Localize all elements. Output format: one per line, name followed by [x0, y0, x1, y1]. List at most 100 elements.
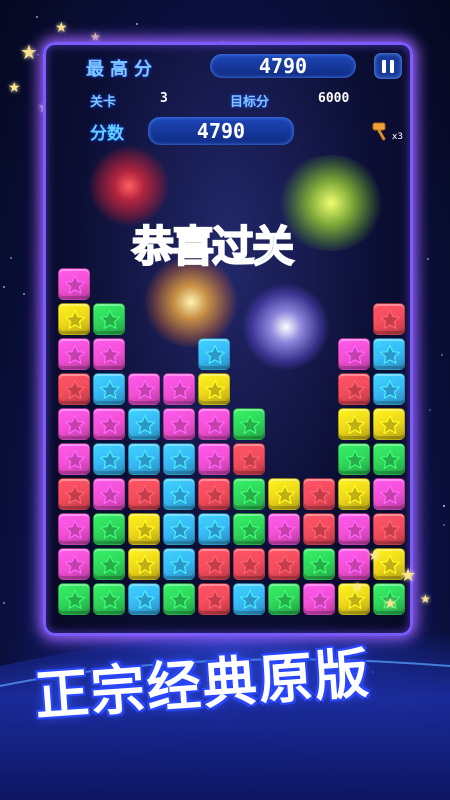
star-tile[interactable]: [303, 478, 335, 510]
star-tile[interactable]: [338, 548, 370, 580]
star-tile[interactable]: [233, 513, 265, 545]
star-tile[interactable]: [58, 338, 90, 370]
star-icon: [205, 519, 225, 539]
star-icon: [240, 554, 260, 574]
firework-green: [276, 155, 386, 251]
star-tile[interactable]: [373, 338, 405, 370]
star-tile[interactable]: [373, 513, 405, 545]
background-star: [10, 257, 12, 259]
pause-button[interactable]: [374, 53, 402, 79]
star-tile[interactable]: [233, 583, 265, 615]
star-icon: [275, 589, 295, 609]
star-tile[interactable]: [338, 338, 370, 370]
star-tile[interactable]: [268, 478, 300, 510]
star-tile[interactable]: [373, 303, 405, 335]
best-score-value: 4790: [210, 54, 356, 78]
star-icon: [205, 344, 225, 364]
background-star: [3, 286, 5, 288]
sparkle-icon: ★: [368, 548, 381, 564]
star-icon: [205, 484, 225, 504]
sparkle-icon: ★: [384, 596, 397, 612]
star-tile[interactable]: [58, 443, 90, 475]
star-icon: [65, 379, 85, 399]
star-icon: [65, 414, 85, 434]
star-tile[interactable]: [128, 513, 160, 545]
star-tile[interactable]: [128, 478, 160, 510]
star-icon: [345, 379, 365, 399]
star-tile[interactable]: [338, 443, 370, 475]
star-tile[interactable]: [198, 478, 230, 510]
star-tile[interactable]: [268, 513, 300, 545]
star-tile[interactable]: [58, 478, 90, 510]
star-tile[interactable]: [303, 513, 335, 545]
star-tile[interactable]: [93, 478, 125, 510]
star-tile[interactable]: [58, 303, 90, 335]
star-tile[interactable]: [198, 583, 230, 615]
star-tile[interactable]: [163, 583, 195, 615]
sparkle-icon: ★: [352, 580, 363, 594]
star-tile[interactable]: [128, 408, 160, 440]
star-tile[interactable]: [373, 443, 405, 475]
star-tile[interactable]: [198, 338, 230, 370]
star-tile[interactable]: [338, 513, 370, 545]
star-tile[interactable]: [93, 443, 125, 475]
star-tile[interactable]: [58, 513, 90, 545]
star-tile[interactable]: [233, 443, 265, 475]
star-tile[interactable]: [163, 443, 195, 475]
star-tile[interactable]: [303, 583, 335, 615]
star-tile[interactable]: [233, 478, 265, 510]
star-tile[interactable]: [163, 408, 195, 440]
star-icon: [240, 414, 260, 434]
star-icon: [65, 344, 85, 364]
star-icon: [65, 519, 85, 539]
star-tile[interactable]: [163, 478, 195, 510]
star-tile[interactable]: [58, 548, 90, 580]
star-tile[interactable]: [93, 513, 125, 545]
star-tile[interactable]: [233, 408, 265, 440]
star-tile[interactable]: [93, 408, 125, 440]
star-tile[interactable]: [233, 548, 265, 580]
star-tile[interactable]: [128, 373, 160, 405]
star-tile[interactable]: [58, 268, 90, 300]
star-tile[interactable]: [93, 583, 125, 615]
background-star: [36, 16, 38, 18]
star-tile[interactable]: [128, 548, 160, 580]
target-value: 6000: [318, 91, 350, 106]
star-tile[interactable]: [198, 513, 230, 545]
background-star: [23, 293, 25, 295]
background-star: [441, 354, 443, 356]
star-tile[interactable]: [373, 408, 405, 440]
star-tile[interactable]: [128, 443, 160, 475]
star-tile[interactable]: [338, 478, 370, 510]
star-icon: [100, 519, 120, 539]
star-tile[interactable]: [373, 478, 405, 510]
star-tile[interactable]: [198, 548, 230, 580]
star-tile[interactable]: [58, 583, 90, 615]
star-icon: [345, 344, 365, 364]
star-tile[interactable]: [373, 373, 405, 405]
star-tile[interactable]: [163, 373, 195, 405]
star-icon: [310, 484, 330, 504]
star-icon: [205, 414, 225, 434]
star-tile[interactable]: [93, 338, 125, 370]
star-tile[interactable]: [303, 548, 335, 580]
hammer-icon[interactable]: [370, 119, 394, 143]
star-tile[interactable]: [58, 408, 90, 440]
star-tile[interactable]: [198, 408, 230, 440]
star-tile[interactable]: [268, 583, 300, 615]
star-tile[interactable]: [198, 373, 230, 405]
star-icon: [170, 484, 190, 504]
star-icon: [240, 449, 260, 469]
star-tile[interactable]: [198, 443, 230, 475]
star-tile[interactable]: [93, 373, 125, 405]
star-tile[interactable]: [58, 373, 90, 405]
star-tile[interactable]: [163, 548, 195, 580]
star-tile[interactable]: [338, 373, 370, 405]
star-tile[interactable]: [128, 583, 160, 615]
star-tile[interactable]: [338, 408, 370, 440]
star-icon: [205, 449, 225, 469]
star-tile[interactable]: [163, 513, 195, 545]
star-tile[interactable]: [93, 303, 125, 335]
star-tile[interactable]: [93, 548, 125, 580]
star-tile[interactable]: [268, 548, 300, 580]
